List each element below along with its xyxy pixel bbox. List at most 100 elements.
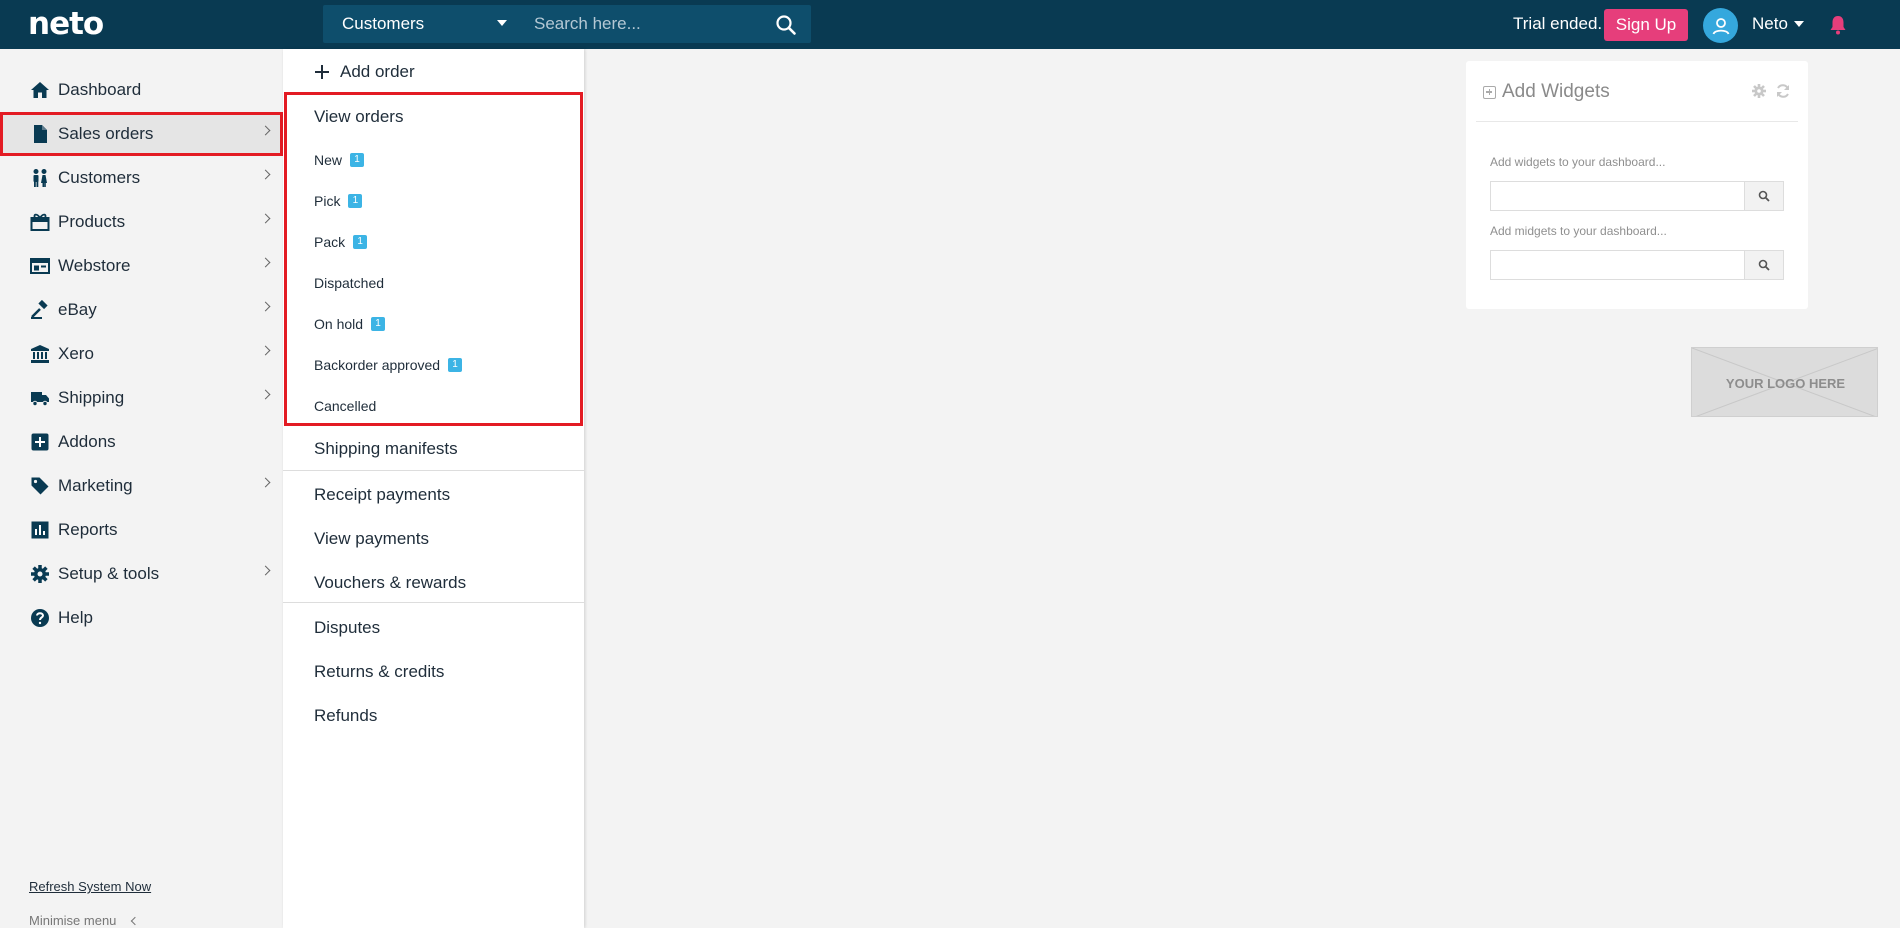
minimise-menu-label: Minimise menu xyxy=(29,913,117,928)
sidebar-item-products[interactable]: Products xyxy=(0,200,283,244)
status-item-pick[interactable]: Pick 1 xyxy=(283,184,584,218)
status-item-pack[interactable]: Pack 1 xyxy=(283,225,584,259)
sidebar-item-setup-tools[interactable]: Setup & tools xyxy=(0,552,283,596)
logo-placeholder-text: YOUR LOGO HERE xyxy=(1725,375,1846,391)
sidebar-item-label: Reports xyxy=(58,520,118,539)
search-icon[interactable] xyxy=(775,14,797,36)
sidebar-item-addons[interactable]: Addons xyxy=(0,420,283,464)
midgets-search-button[interactable] xyxy=(1744,250,1784,280)
status-item-cancelled[interactable]: Cancelled xyxy=(283,389,584,423)
menu-item-label: Disputes xyxy=(314,618,381,637)
menu-divider xyxy=(283,470,584,471)
sidebar-item-ebay[interactable]: eBay xyxy=(0,288,283,332)
caret-down-icon xyxy=(497,20,507,26)
widgets-search-button[interactable] xyxy=(1744,181,1784,211)
chevron-right-icon xyxy=(260,301,271,312)
status-item-on-hold[interactable]: On hold 1 xyxy=(283,307,584,341)
sidebar-item-label: Setup & tools xyxy=(58,564,160,583)
user-menu[interactable]: Neto xyxy=(1752,14,1804,34)
menu-item-label: Vouchers & rewards xyxy=(314,573,467,592)
user-avatar[interactable] xyxy=(1703,8,1738,43)
user-icon xyxy=(1712,17,1729,34)
sidebar-item-dashboard[interactable]: Dashboard xyxy=(0,68,283,112)
sidebar-item-label: Shipping xyxy=(58,388,125,407)
search-icon xyxy=(1758,259,1770,271)
gear-icon[interactable] xyxy=(1751,83,1767,99)
shipping-manifests-label: Shipping manifests xyxy=(314,439,458,458)
bank-icon xyxy=(30,344,50,364)
status-item-dispatched[interactable]: Dispatched xyxy=(283,266,584,300)
truck-icon xyxy=(30,388,50,408)
browser-icon xyxy=(30,256,50,276)
view-payments-item[interactable]: View payments xyxy=(283,519,584,559)
chevron-right-icon xyxy=(260,345,271,356)
status-item-new[interactable]: New 1 xyxy=(283,143,584,177)
add-order-item[interactable]: Add order xyxy=(283,52,584,92)
status-label: Dispatched xyxy=(314,275,385,291)
widgets-title: Add Widgets xyxy=(1502,81,1610,102)
widgets-search-input[interactable] xyxy=(1490,181,1746,211)
global-search: Customers xyxy=(323,5,811,43)
sales-orders-submenu: Add order View orders New 1 Pick 1 Pack … xyxy=(283,49,584,928)
midgets-input-label: Add midgets to your dashboard... xyxy=(1490,224,1667,238)
bell-icon[interactable] xyxy=(1828,14,1848,36)
sidebar-item-label: Xero xyxy=(58,344,94,363)
chevron-right-icon xyxy=(260,565,271,576)
sidebar-item-label: Marketing xyxy=(58,476,133,495)
refunds-item[interactable]: Refunds xyxy=(283,696,584,736)
returns-credits-item[interactable]: Returns & credits xyxy=(283,652,584,692)
bar-chart-icon xyxy=(30,520,50,540)
status-label: On hold xyxy=(314,316,364,332)
status-label: Cancelled xyxy=(314,398,377,414)
chevron-right-icon xyxy=(260,213,271,224)
count-badge: 1 xyxy=(350,153,365,167)
sidebar-item-sales-orders[interactable]: Sales orders xyxy=(0,112,283,156)
gavel-icon xyxy=(30,300,50,320)
chevron-right-icon xyxy=(260,477,271,488)
gift-icon xyxy=(30,212,50,232)
sidebar-item-xero[interactable]: Xero xyxy=(0,332,283,376)
disputes-item[interactable]: Disputes xyxy=(283,608,584,648)
sidebar: Dashboard Sales orders Customers Product… xyxy=(0,49,283,928)
midgets-search-input[interactable] xyxy=(1490,250,1746,280)
minimise-menu-button[interactable]: Minimise menu xyxy=(29,913,140,928)
sign-up-button[interactable]: Sign Up xyxy=(1604,9,1688,41)
vouchers-rewards-item[interactable]: Vouchers & rewards xyxy=(283,563,584,603)
gear-icon xyxy=(30,564,50,584)
sidebar-item-label: Webstore xyxy=(58,256,131,275)
status-label: New xyxy=(314,152,343,168)
status-label: Pack xyxy=(314,234,346,250)
sidebar-item-reports[interactable]: Reports xyxy=(0,508,283,552)
view-orders-item[interactable]: View orders xyxy=(283,97,584,137)
status-label: Pick xyxy=(314,193,341,209)
chevron-right-icon xyxy=(260,389,271,400)
menu-item-label: Refunds xyxy=(314,706,378,725)
sidebar-item-marketing[interactable]: Marketing xyxy=(0,464,283,508)
sidebar-item-help[interactable]: Help xyxy=(0,596,283,640)
logo-placeholder: YOUR LOGO HERE xyxy=(1691,347,1878,417)
receipt-payments-item[interactable]: Receipt payments xyxy=(283,475,584,515)
sidebar-item-shipping[interactable]: Shipping xyxy=(0,376,283,420)
refresh-system-link[interactable]: Refresh System Now xyxy=(29,879,151,894)
sidebar-item-label: Customers xyxy=(58,168,141,187)
sidebar-item-label: Products xyxy=(58,212,126,231)
neto-logo[interactable]: neto xyxy=(28,6,104,42)
menu-item-label: Receipt payments xyxy=(314,485,451,504)
count-badge: 1 xyxy=(353,235,368,249)
count-badge: 1 xyxy=(348,194,363,208)
refresh-icon[interactable] xyxy=(1775,83,1791,99)
sidebar-item-webstore[interactable]: Webstore xyxy=(0,244,283,288)
trial-status-text: Trial ended. xyxy=(1513,14,1603,33)
count-badge: 1 xyxy=(448,358,463,372)
shipping-manifests-item[interactable]: Shipping manifests xyxy=(283,429,584,469)
search-input[interactable] xyxy=(521,5,761,43)
search-scope-select[interactable]: Customers xyxy=(323,5,521,43)
status-item-backorder-approved[interactable]: Backorder approved 1 xyxy=(283,348,584,382)
menu-item-label: Returns & credits xyxy=(314,662,445,681)
home-icon xyxy=(30,80,50,100)
sidebar-item-customers[interactable]: Customers xyxy=(0,156,283,200)
chevron-right-icon xyxy=(260,257,271,268)
sidebar-item-label: eBay xyxy=(58,300,97,319)
sidebar-item-label: Sales orders xyxy=(58,124,154,143)
caret-down-icon xyxy=(1793,21,1804,27)
